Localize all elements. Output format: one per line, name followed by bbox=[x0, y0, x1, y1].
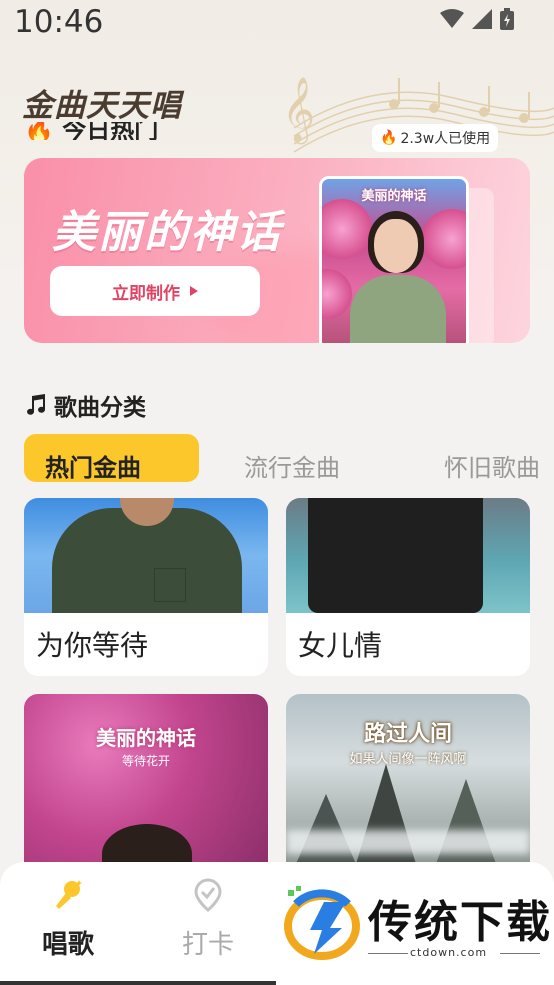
singer-face bbox=[374, 219, 418, 273]
banner-title: 美丽的神话 bbox=[52, 207, 282, 258]
cover-shirt bbox=[308, 498, 483, 613]
banner-card-title: 美丽的神话 bbox=[361, 189, 427, 204]
banner-cover-image: 美丽的神话 bbox=[319, 176, 469, 343]
song-cover-image: 路过人间 如果人间像一阵风啊 bbox=[286, 694, 530, 864]
wifi-icon bbox=[440, 9, 464, 28]
song-title: 女儿情 bbox=[298, 629, 383, 662]
tab-label: 流行金曲 bbox=[244, 454, 340, 482]
divider bbox=[368, 953, 408, 954]
singer-body bbox=[350, 275, 446, 343]
battery-icon bbox=[500, 8, 514, 30]
category-tabs: 热门金曲 流行金曲 怀旧歌曲 bbox=[24, 434, 554, 482]
blossom-decoration bbox=[422, 209, 466, 269]
nav-item-sing[interactable]: 唱歌 bbox=[8, 862, 128, 985]
cover-title: 路过人间 bbox=[363, 722, 452, 747]
cover-subtitle: 等待花开 bbox=[121, 754, 170, 768]
nav-label: 打卡 bbox=[181, 930, 234, 960]
nav-item-checkin[interactable]: 打卡 bbox=[148, 862, 268, 985]
make-now-label: 立即制作 bbox=[112, 283, 180, 304]
tab-label: 热门金曲 bbox=[45, 454, 141, 482]
svg-text:𝄞: 𝄞 bbox=[282, 77, 315, 144]
music-note-icon bbox=[27, 394, 45, 415]
cover-subtitle: 如果人间像一阵风啊 bbox=[349, 752, 467, 767]
promo-banner[interactable]: 美丽的神话 立即制作 美丽的神话 bbox=[24, 158, 530, 343]
blossom-decoration bbox=[322, 269, 352, 319]
status-bar: 10:46 bbox=[0, 0, 554, 50]
make-now-button[interactable]: 立即制作 bbox=[50, 266, 260, 316]
cover-pocket bbox=[154, 568, 186, 602]
song-cover-image bbox=[24, 498, 268, 613]
song-category-heading: 歌曲分类 bbox=[24, 388, 146, 422]
usage-badge: 🔥 2.3w人已使用 bbox=[372, 124, 499, 152]
watermark-brand: 传统下载 bbox=[368, 897, 552, 948]
song-title: 为你等待 bbox=[36, 629, 149, 662]
cellular-signal-icon bbox=[472, 9, 492, 29]
song-cover-image bbox=[286, 498, 530, 613]
divider bbox=[500, 953, 540, 954]
cover-title: 美丽的神话 bbox=[96, 726, 196, 750]
status-icons bbox=[440, 8, 514, 30]
fire-icon: 🔥 bbox=[380, 130, 398, 146]
brand-logo-icon bbox=[284, 886, 360, 960]
tab-label: 怀旧歌曲 bbox=[444, 454, 540, 482]
tab-hot-songs[interactable]: 热门金曲 bbox=[24, 434, 199, 482]
song-card[interactable]: 女儿情 bbox=[286, 498, 530, 676]
hot-today-heading: 🔥 今日热门 bbox=[24, 122, 174, 140]
microphone-icon bbox=[56, 880, 82, 909]
home-indicator bbox=[0, 981, 276, 985]
watermark: 传统下载 ctdown.com bbox=[280, 880, 550, 970]
app-title: 金曲天天唱 bbox=[22, 88, 182, 124]
mist-decoration bbox=[286, 830, 530, 854]
watermark-url: ctdown.com bbox=[410, 946, 488, 959]
hot-today-label: 今日热门 bbox=[62, 122, 159, 140]
blossom-decoration bbox=[322, 199, 372, 259]
song-card[interactable]: 为你等待 bbox=[24, 498, 268, 676]
song-cover-image: 美丽的神话 等待花开 bbox=[24, 694, 268, 884]
song-category-title: 歌曲分类 bbox=[54, 395, 146, 421]
fire-icon: 🔥 bbox=[24, 122, 54, 140]
nav-label: 唱歌 bbox=[41, 930, 94, 960]
checkin-pin-icon bbox=[194, 878, 222, 912]
status-time: 10:46 bbox=[14, 4, 104, 40]
play-triangle-icon bbox=[190, 286, 198, 296]
usage-count: 2.3w人已使用 bbox=[400, 131, 491, 147]
